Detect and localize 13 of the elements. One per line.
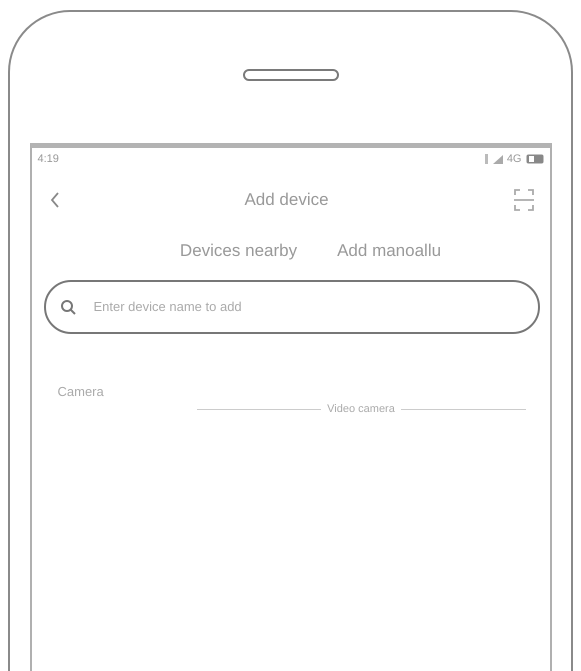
tab[interactable]: Devices nearby: [180, 238, 298, 264]
search-field[interactable]: Enter device name to add: [44, 280, 540, 334]
signal-icon: [492, 154, 503, 164]
battery-icon: [526, 154, 544, 164]
category-label: Camera: [58, 384, 104, 398]
status-time: 4:19: [38, 152, 59, 167]
section-label: Video camera: [327, 402, 395, 417]
search-icon: [60, 298, 76, 314]
scan-icon[interactable]: [514, 189, 534, 211]
page-title: Add device: [244, 189, 329, 212]
tab[interactable]: Add manoallu: [337, 238, 442, 264]
network-label: 4G: [506, 152, 522, 167]
back-icon[interactable]: [50, 191, 60, 209]
